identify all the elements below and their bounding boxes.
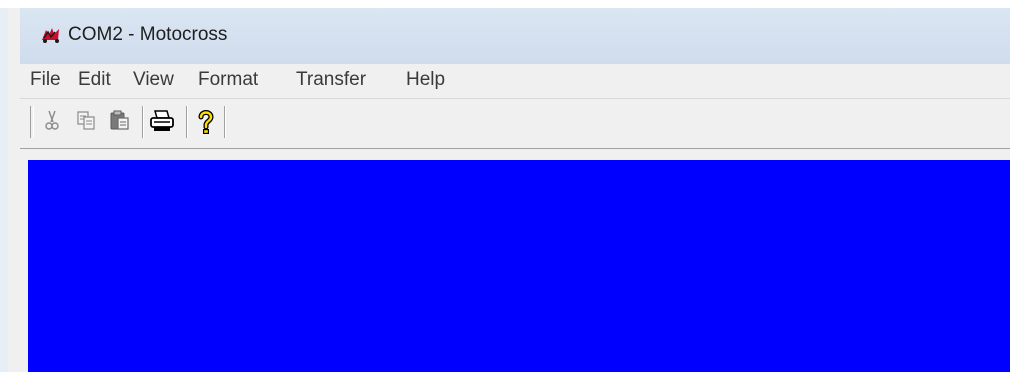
paste-icon [110,110,129,130]
menu-transfer[interactable]: Transfer [296,69,366,91]
title-bar[interactable]: COM2 - Motocross [20,8,1010,64]
toolbar-separator [224,106,226,138]
toolbar [20,100,1010,149]
menu-help[interactable]: Help [406,69,445,91]
scissors-icon [45,110,59,130]
menu-format[interactable]: Format [198,69,258,91]
window-title: COM2 - Motocross [68,24,228,45]
menu-bar: File Edit View Format Transfer Help [20,64,1010,99]
app-window: COM2 - Motocross File Edit View Format T… [0,8,1010,372]
terminal-screen[interactable] [28,160,1010,372]
copy-button[interactable] [72,106,100,136]
paste-button[interactable] [106,106,134,136]
toolbar-separator [142,106,144,138]
print-button[interactable] [148,106,176,136]
printer-icon [150,110,174,131]
menu-file[interactable]: File [30,69,61,91]
menu-edit[interactable]: Edit [78,69,111,91]
app-icon[interactable] [40,26,62,44]
copy-icon [77,111,95,130]
menu-view[interactable]: View [133,69,174,91]
cut-button[interactable] [38,106,66,136]
question-mark-icon [198,110,214,134]
help-button[interactable] [192,106,220,136]
toolbar-grip[interactable] [30,106,34,138]
toolbar-separator [186,106,188,138]
